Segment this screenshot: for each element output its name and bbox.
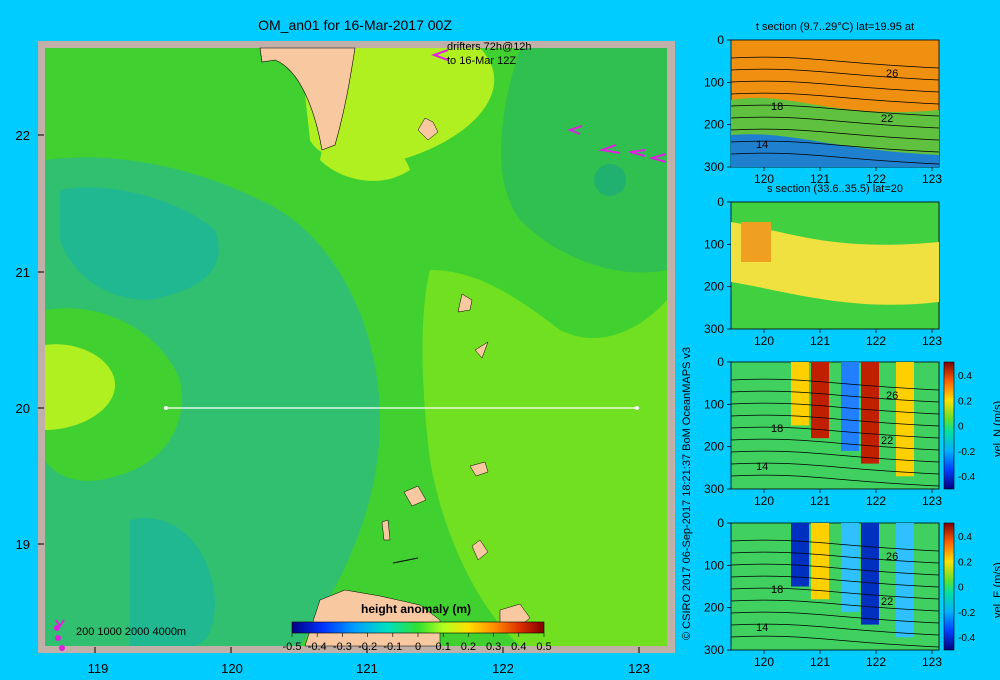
velocity-cb-tick: -0.2: [958, 608, 976, 619]
colorbar-tick-label: 0.3: [486, 641, 501, 653]
lon-tick-121: 121: [356, 661, 378, 676]
panel-x-tick: 120: [754, 655, 774, 669]
colorbar-tick-label: -0.1: [383, 641, 402, 653]
panel-x-tick: 122: [866, 655, 886, 669]
height-colorbar: [291, 621, 545, 634]
velocity-axis-label: vel. E (m/s): [992, 562, 1000, 618]
colorbar-tick-label: 0.4: [511, 641, 526, 653]
contour-label: 14: [756, 622, 768, 634]
panel-y-tick: 200: [704, 440, 724, 454]
velocity-cb-tick: 0: [958, 583, 964, 594]
lon-tick-123: 123: [628, 661, 650, 676]
lat-tick-19: 19: [16, 537, 30, 552]
contour-label: 18: [771, 101, 783, 113]
colorbar-tick-label: 0.2: [461, 641, 476, 653]
section-panel-4: 26 18 22 14 0 100 200 300 120 121 122 123 0.4 0.2 0 -0.…: [704, 516, 1000, 669]
panel-y-tick: 100: [704, 237, 724, 251]
lat-tick-20: 20: [16, 401, 30, 416]
contour-label: 14: [756, 139, 768, 151]
panel-x-tick: 123: [922, 655, 942, 669]
panel-y-tick: 200: [704, 601, 724, 615]
velocity-cb-tick: 0.4: [958, 371, 972, 382]
panel-y-tick: 0: [717, 195, 724, 209]
contour-label: 22: [881, 113, 893, 125]
velocity-cb-tick: 0.2: [958, 396, 972, 407]
panel-y-tick: 300: [704, 322, 724, 336]
colorbar-tick-label: -0.4: [308, 641, 327, 653]
panel-x-tick: 123: [922, 172, 942, 186]
contour-label: 18: [771, 584, 783, 596]
panel-x-tick: 122: [866, 494, 886, 508]
panel-title: t section (9.7..29°C) lat=19.95 at: [756, 21, 914, 33]
contour-label: 26: [886, 551, 898, 563]
panel-y-tick: 200: [704, 118, 724, 132]
section-panel-3: 26 18 22 14 0 100 200 300 120 121 122 123 0.4 0.2 0 -0.…: [704, 355, 1000, 508]
colorbar-tick-label: 0.1: [436, 641, 451, 653]
velocity-cb-tick: -0.4: [958, 633, 976, 644]
section-panel-2: s section (33.6..35.5) lat=20 0 100 200 300 1…: [704, 183, 942, 348]
contour-label: 14: [756, 461, 768, 473]
colorbar-tick-label: 0.5: [536, 641, 551, 653]
figure-canvas: OM_an01 for 16-Mar-2017 00Z drifters 72h…: [16, 17, 1000, 676]
panel-y-tick: 100: [704, 397, 724, 411]
lon-tick-120: 120: [221, 661, 243, 676]
colorbar-tick-label: 0: [415, 641, 421, 653]
drifter-legend-line2: to 16-Mar 12Z: [447, 55, 516, 67]
panel-y-tick: 0: [717, 355, 724, 369]
panel-y-tick: 200: [704, 280, 724, 294]
contour-label: 26: [886, 390, 898, 402]
panel-x-tick: 120: [754, 334, 774, 348]
contour-label: 22: [881, 435, 893, 447]
panel-x-tick: 121: [810, 334, 830, 348]
panel-y-tick: 100: [704, 75, 724, 89]
lat-tick-21: 21: [16, 265, 30, 280]
lat-tick-22: 22: [16, 128, 30, 143]
panel-x-tick: 123: [922, 494, 942, 508]
lon-tick-119: 119: [88, 661, 109, 676]
drifter-legend-line1: drifters 72h@12h: [447, 41, 532, 53]
contour-label: 26: [886, 68, 898, 80]
velocity-cb-tick: 0: [958, 422, 964, 433]
panel-x-tick: 120: [754, 494, 774, 508]
velocity-cb-tick: 0.2: [958, 557, 972, 568]
credit-line: © CSIRO 2017 06-Sep-2017 18:21:37 BoM Oc…: [681, 347, 693, 640]
map-panel: drifters 72h@12h to 16-Mar 12Z 22 21 20 …: [16, 41, 675, 676]
velocity-axis-label: vel. N (m/s): [992, 401, 1000, 457]
contour-label: 22: [881, 596, 893, 608]
depth-legend: 200 1000 2000 4000m: [76, 626, 186, 638]
panel-y-tick: 100: [704, 558, 724, 572]
velocity-colorbar: [943, 361, 955, 490]
panel-y-tick: 300: [704, 160, 724, 174]
lon-tick-122: 122: [492, 661, 514, 676]
panel-y-tick: 300: [704, 643, 724, 657]
velocity-cb-tick: -0.4: [958, 472, 976, 483]
colorbar-tick-label: -0.5: [283, 641, 302, 653]
map-title: OM_an01 for 16-Mar-2017 00Z: [258, 17, 452, 33]
velocity-cb-tick: -0.2: [958, 447, 976, 458]
panel-x-tick: 123: [922, 334, 942, 348]
panel-y-tick: 0: [717, 33, 724, 47]
contour-label: 18: [771, 423, 783, 435]
velocity-colorbar: [943, 522, 955, 651]
panel-title: s section (33.6..35.5) lat=20: [767, 183, 903, 195]
velocity-cb-tick: 0.4: [958, 532, 972, 543]
panel-x-tick: 121: [810, 494, 830, 508]
colorbar-tick-label: -0.3: [333, 641, 352, 653]
colorbar-title: height anomaly (m): [361, 602, 471, 616]
panel-x-tick: 122: [866, 334, 886, 348]
colorbar-tick-label: -0.2: [358, 641, 377, 653]
panel-x-tick: 121: [810, 655, 830, 669]
section-panel-1: 26 18 22 14 t section (9.7..29°C) lat=19.95 …: [704, 21, 942, 186]
panel-y-tick: 300: [704, 482, 724, 496]
panel-y-tick: 0: [717, 516, 724, 530]
